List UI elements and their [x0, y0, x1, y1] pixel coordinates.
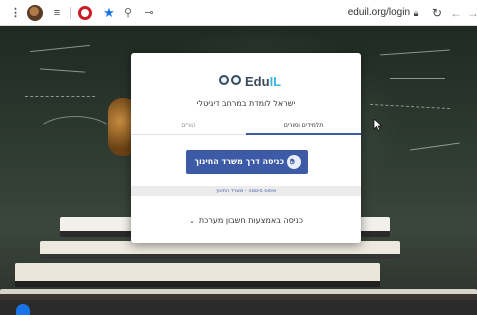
- key-icon[interactable]: ⊸: [142, 6, 156, 20]
- logo-text-prefix: Edu: [245, 74, 270, 89]
- zoom-icon[interactable]: ⚲: [122, 6, 134, 20]
- more-vert-icon[interactable]: ⋮: [10, 6, 21, 20]
- bottom-strip: [0, 300, 477, 315]
- tab-students-teachers[interactable]: תלמידים ומורים: [246, 117, 361, 135]
- chevron-down-icon: ⌄: [188, 217, 195, 225]
- toolbar-divider: [70, 7, 71, 19]
- chalk-scribble: [410, 142, 460, 151]
- book: [15, 263, 380, 287]
- opera-icon[interactable]: [78, 6, 92, 20]
- bookmark-star-icon[interactable]: ★: [102, 6, 116, 20]
- profile-avatar-icon[interactable]: [27, 5, 43, 21]
- address-bar-url[interactable]: eduil.org/login: [300, 6, 410, 20]
- login-tabs: הורים תלמידים ומורים: [131, 117, 361, 135]
- forward-icon[interactable]: →: [467, 6, 477, 20]
- chalk-scribble: [40, 68, 85, 73]
- bottom-badge-icon: [16, 304, 30, 315]
- login-card: EduIL ישראל לומדת במרחב דיגיטלי הורים תל…: [131, 53, 361, 243]
- logo-text-accent: IL: [269, 74, 282, 89]
- system-account-login[interactable]: ⌄ כניסה באמצעות חשבון מערכת: [131, 216, 361, 230]
- chalk-curve: [35, 116, 115, 156]
- tab-parents[interactable]: הורים: [131, 117, 246, 135]
- ministry-login-label: כניסה דרך משרד החינוך: [194, 157, 284, 166]
- chalk-scribble: [25, 96, 95, 97]
- reading-list-icon[interactable]: ≡: [51, 6, 63, 20]
- chalk-scribble: [390, 78, 445, 79]
- mouse-cursor-icon: [373, 119, 383, 131]
- back-icon[interactable]: ←: [450, 6, 462, 20]
- hand-icon: ✋︎: [287, 155, 301, 169]
- glasses-icon: [219, 75, 243, 87]
- lock-icon[interactable]: 🔒︎: [411, 6, 421, 20]
- reset-password-link[interactable]: איפוס סיסמה - משרד החינוך: [131, 186, 361, 196]
- reload-icon[interactable]: ↻: [431, 6, 443, 20]
- browser-toolbar: ⋮ ≡ ★ ⚲ ⊸ eduil.org/login 🔒︎ ↻ ← →: [0, 0, 477, 26]
- system-account-label: כניסה באמצעות חשבון מערכת: [198, 216, 304, 225]
- book: [40, 241, 400, 259]
- subtitle: ישראל לומדת במרחב דיגיטלי: [196, 99, 296, 108]
- chalk-scribble: [30, 44, 90, 53]
- reset-bar: איפוס סיסמה - משרד החינוך: [131, 186, 361, 196]
- logo-text: EduIL: [245, 74, 281, 89]
- ministry-login-button[interactable]: כניסה דרך משרד החינוך ✋︎: [186, 150, 308, 174]
